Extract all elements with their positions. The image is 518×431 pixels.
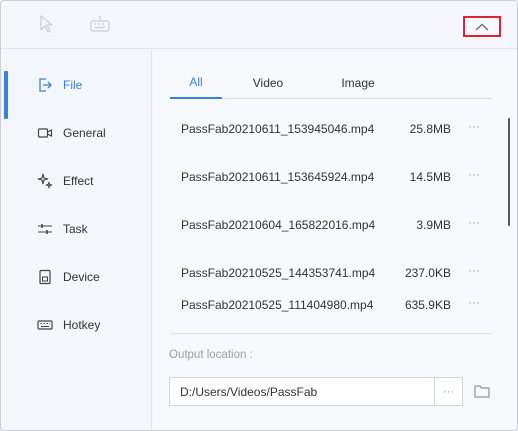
sidebar-item-label: Device xyxy=(63,270,100,284)
output-location-label: Output location : xyxy=(169,349,253,361)
file-export-icon xyxy=(37,77,53,93)
file-panel: All Video Image PassFab20210611_15394504… xyxy=(153,50,517,430)
tab-image[interactable]: Image xyxy=(328,67,388,98)
camera-icon xyxy=(37,125,53,141)
sidebar-item-hotkey[interactable]: Hotkey xyxy=(1,301,151,349)
list-item[interactable]: PassFab20210611_153645924.mp4 14.5MB ··· xyxy=(170,154,492,202)
list-item[interactable]: PassFab20210611_153945046.mp4 25.8MB ··· xyxy=(170,106,492,154)
settings-window: File General Effect Task Device Hotkey A… xyxy=(0,0,518,431)
chevron-up-icon xyxy=(475,23,489,31)
more-options-button[interactable]: ··· xyxy=(468,295,480,309)
sidebar-item-label: Hotkey xyxy=(63,318,101,332)
sidebar-item-label: General xyxy=(63,126,106,140)
file-size: 14.5MB xyxy=(409,170,451,184)
sidebar-item-label: Effect xyxy=(63,174,94,188)
output-path-value: D:/Users/Videos/PassFab xyxy=(180,385,318,399)
cursor-icon[interactable] xyxy=(36,13,58,35)
tab-all[interactable]: All xyxy=(170,67,222,99)
file-name: PassFab20210611_153945046.mp4 xyxy=(181,122,375,136)
list-item[interactable]: PassFab20210604_165822016.mp4 3.9MB ··· xyxy=(170,202,492,250)
file-name: PassFab20210525_144353741.mp4 xyxy=(181,266,376,280)
output-location-field[interactable]: D:/Users/Videos/PassFab ··· xyxy=(169,377,463,406)
sidebar: File General Effect Task Device Hotkey xyxy=(1,50,152,430)
file-size: 3.9MB xyxy=(416,218,451,232)
task-sliders-icon xyxy=(37,221,53,237)
sparkle-icon xyxy=(37,173,53,189)
more-options-button[interactable]: ··· xyxy=(468,215,480,229)
sidebar-item-file[interactable]: File xyxy=(1,61,151,119)
toolbar xyxy=(1,1,517,49)
sidebar-item-label: File xyxy=(63,78,83,92)
list-item[interactable]: PassFab20210525_111404980.mp4 635.9KB ··… xyxy=(170,282,492,330)
tab-video[interactable]: Video xyxy=(238,67,298,98)
tab-bar: All Video Image xyxy=(170,67,492,99)
sidebar-item-task[interactable]: Task xyxy=(1,205,151,253)
sidebar-item-device[interactable]: Device xyxy=(1,253,151,301)
file-name: PassFab20210525_111404980.mp4 xyxy=(181,298,374,312)
sidebar-item-effect[interactable]: Effect xyxy=(1,157,151,205)
keyboard-icon[interactable] xyxy=(89,13,111,35)
file-size: 635.9KB xyxy=(404,298,451,312)
divider xyxy=(170,333,492,334)
folder-icon[interactable] xyxy=(474,384,490,398)
collapse-button[interactable] xyxy=(463,16,501,37)
file-name: PassFab20210611_153645924.mp4 xyxy=(181,170,375,184)
browse-more-button[interactable]: ··· xyxy=(434,378,462,405)
file-size: 237.0KB xyxy=(404,266,451,280)
file-name: PassFab20210604_165822016.mp4 xyxy=(181,218,376,232)
more-options-button[interactable]: ··· xyxy=(468,263,480,277)
scrollbar[interactable] xyxy=(508,118,510,226)
file-size: 25.8MB xyxy=(409,122,451,136)
sidebar-item-label: Task xyxy=(63,222,88,236)
more-options-button[interactable]: ··· xyxy=(468,167,480,181)
keyboard-icon xyxy=(37,317,53,333)
sidebar-item-general[interactable]: General xyxy=(1,109,151,157)
more-options-button[interactable]: ··· xyxy=(468,119,480,133)
device-icon xyxy=(37,269,53,285)
